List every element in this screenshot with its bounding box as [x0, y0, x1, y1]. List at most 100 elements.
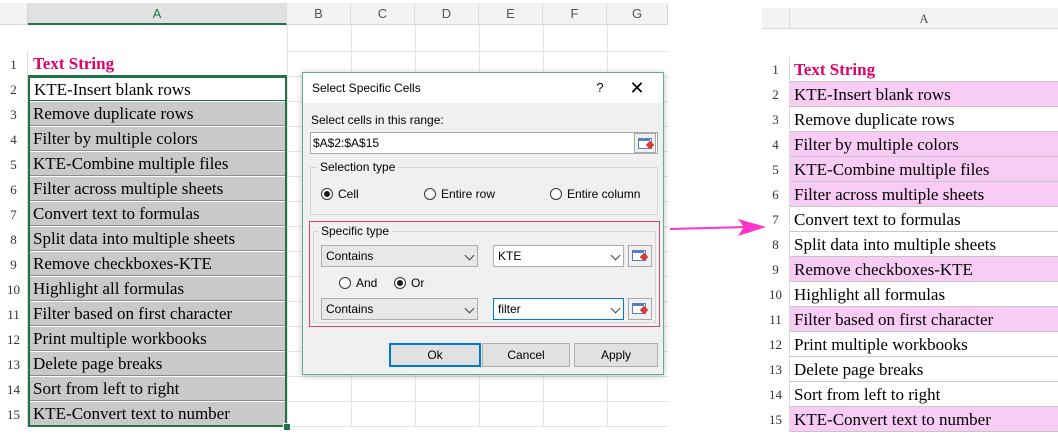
right-row-header-6[interactable]: 6: [762, 182, 790, 207]
condition1-value-combo[interactable]: KTE: [493, 245, 624, 267]
cell-a4[interactable]: Filter by multiple colors: [29, 127, 286, 151]
radio-or-dot: [394, 277, 406, 289]
cell-a1-header[interactable]: Text String: [29, 52, 286, 76]
column-header-g[interactable]: G: [607, 3, 668, 25]
row-header-5[interactable]: 5: [0, 152, 28, 177]
row-header-12[interactable]: 12: [0, 327, 28, 352]
ok-button[interactable]: Ok: [389, 343, 481, 367]
right-row-header-5[interactable]: 5: [762, 157, 790, 182]
cell-a6[interactable]: Filter across multiple sheets: [29, 177, 286, 201]
row-header-11[interactable]: 11: [0, 302, 28, 327]
specific-type-label: Specific type: [318, 224, 393, 238]
cell-a13[interactable]: Delete page breaks: [29, 352, 286, 376]
cancel-button[interactable]: Cancel: [482, 343, 570, 367]
condition2-picker-icon[interactable]: [628, 298, 652, 320]
column-header-f[interactable]: F: [543, 3, 607, 25]
select-all-corner[interactable]: [0, 3, 28, 25]
radio-entire-row-label: Entire row: [441, 187, 496, 201]
right-select-all-corner[interactable]: [762, 8, 790, 29]
right-row-header-13[interactable]: 13: [762, 357, 790, 382]
condition2-operator-value: Contains: [326, 302, 374, 316]
fill-handle[interactable]: [283, 423, 291, 431]
column-header-e[interactable]: E: [479, 3, 543, 25]
cell-a3[interactable]: Remove duplicate rows: [29, 102, 286, 126]
right-row-header-9[interactable]: 9: [762, 257, 790, 282]
row-header-13[interactable]: 13: [0, 352, 28, 377]
row-header-2[interactable]: 2: [0, 77, 28, 102]
right-cell-a14[interactable]: Sort from left to right: [790, 382, 1058, 407]
row-header-4[interactable]: 4: [0, 127, 28, 152]
condition1-operator-select[interactable]: Contains: [321, 245, 478, 267]
row-header-8[interactable]: 8: [0, 227, 28, 252]
right-cell-a3[interactable]: Remove duplicate rows: [790, 107, 1058, 132]
right-row-header-10[interactable]: 10: [762, 282, 790, 307]
right-cell-a9[interactable]: Remove checkboxes-KTE: [790, 257, 1058, 282]
cell-a10[interactable]: Highlight all formulas: [29, 277, 286, 301]
result-arrow-icon: [669, 219, 766, 236]
chevron-down-icon: [610, 303, 621, 314]
cell-a8[interactable]: Split data into multiple sheets: [29, 227, 286, 251]
cell-a7[interactable]: Convert text to formulas: [29, 202, 286, 226]
cell-a12[interactable]: Print multiple workbooks: [29, 327, 286, 351]
right-cell-a1-header[interactable]: Text String: [790, 57, 1058, 82]
close-icon[interactable]: ✕: [625, 77, 649, 99]
range-picker-icon[interactable]: [634, 133, 656, 153]
row-header-10[interactable]: 10: [0, 277, 28, 302]
right-row-header-3[interactable]: 3: [762, 107, 790, 132]
right-row-header-11[interactable]: 11: [762, 307, 790, 332]
right-cell-a11[interactable]: Filter based on first character: [790, 307, 1058, 332]
radio-cell[interactable]: Cell: [321, 187, 359, 201]
radio-entire-column[interactable]: Entire column: [550, 187, 640, 201]
column-header-a[interactable]: A: [28, 3, 287, 25]
right-row-header-15[interactable]: 15: [762, 407, 790, 432]
range-input[interactable]: [313, 135, 633, 151]
radio-or[interactable]: Or: [394, 276, 424, 290]
condition1-picker-icon[interactable]: [628, 245, 652, 267]
right-column-header-a[interactable]: A: [790, 8, 1058, 29]
condition2-operator-select[interactable]: Contains: [321, 298, 478, 320]
right-row-header-14[interactable]: 14: [762, 382, 790, 407]
dialog-title-bar[interactable]: Select Specific Cells ? ✕: [303, 73, 663, 103]
radio-entire-row-dot: [424, 188, 436, 200]
cell-a11[interactable]: Filter based on first character: [29, 302, 286, 326]
cell-a2[interactable]: KTE-Insert blank rows: [29, 77, 286, 101]
right-cell-a15[interactable]: KTE-Convert text to number: [790, 407, 1058, 432]
column-header-d[interactable]: D: [415, 3, 479, 25]
cell-a14[interactable]: Sort from left to right: [29, 377, 286, 401]
right-cell-a5[interactable]: KTE-Combine multiple files: [790, 157, 1058, 182]
right-cell-a10[interactable]: Highlight all formulas: [790, 282, 1058, 307]
cell-a9[interactable]: Remove checkboxes-KTE: [29, 252, 286, 276]
row-header-9[interactable]: 9: [0, 252, 28, 277]
row-header-1[interactable]: 1: [0, 52, 28, 77]
help-button[interactable]: ?: [590, 77, 610, 99]
cell-a15[interactable]: KTE-Convert text to number: [29, 402, 286, 426]
right-cell-a7[interactable]: Convert text to formulas: [790, 207, 1058, 232]
range-field[interactable]: [310, 132, 658, 154]
apply-button[interactable]: Apply: [574, 343, 658, 367]
right-row-header-2[interactable]: 2: [762, 82, 790, 107]
row-header-14[interactable]: 14: [0, 377, 28, 402]
condition2-value-combo[interactable]: filter: [493, 298, 624, 320]
right-row-header-7[interactable]: 7: [762, 207, 790, 232]
radio-cell-dot: [321, 188, 333, 200]
row-header-6[interactable]: 6: [0, 177, 28, 202]
right-cell-a13[interactable]: Delete page breaks: [790, 357, 1058, 382]
radio-entire-row[interactable]: Entire row: [424, 187, 495, 201]
column-header-b[interactable]: B: [287, 3, 351, 25]
column-header-c[interactable]: C: [351, 3, 415, 25]
right-row-header-12[interactable]: 12: [762, 332, 790, 357]
right-cell-a8[interactable]: Split data into multiple sheets: [790, 232, 1058, 257]
right-cell-a2[interactable]: KTE-Insert blank rows: [790, 82, 1058, 107]
right-cell-a6[interactable]: Filter across multiple sheets: [790, 182, 1058, 207]
right-row-header-1[interactable]: 1: [762, 57, 790, 82]
right-row-header-8[interactable]: 8: [762, 232, 790, 257]
right-row-header-4[interactable]: 4: [762, 132, 790, 157]
radio-cell-label: Cell: [338, 187, 359, 201]
cell-a5[interactable]: KTE-Combine multiple files: [29, 152, 286, 176]
row-header-15[interactable]: 15: [0, 402, 28, 427]
radio-and[interactable]: And: [339, 276, 377, 290]
row-header-3[interactable]: 3: [0, 102, 28, 127]
row-header-7[interactable]: 7: [0, 202, 28, 227]
right-cell-a4[interactable]: Filter by multiple colors: [790, 132, 1058, 157]
right-cell-a12[interactable]: Print multiple workbooks: [790, 332, 1058, 357]
